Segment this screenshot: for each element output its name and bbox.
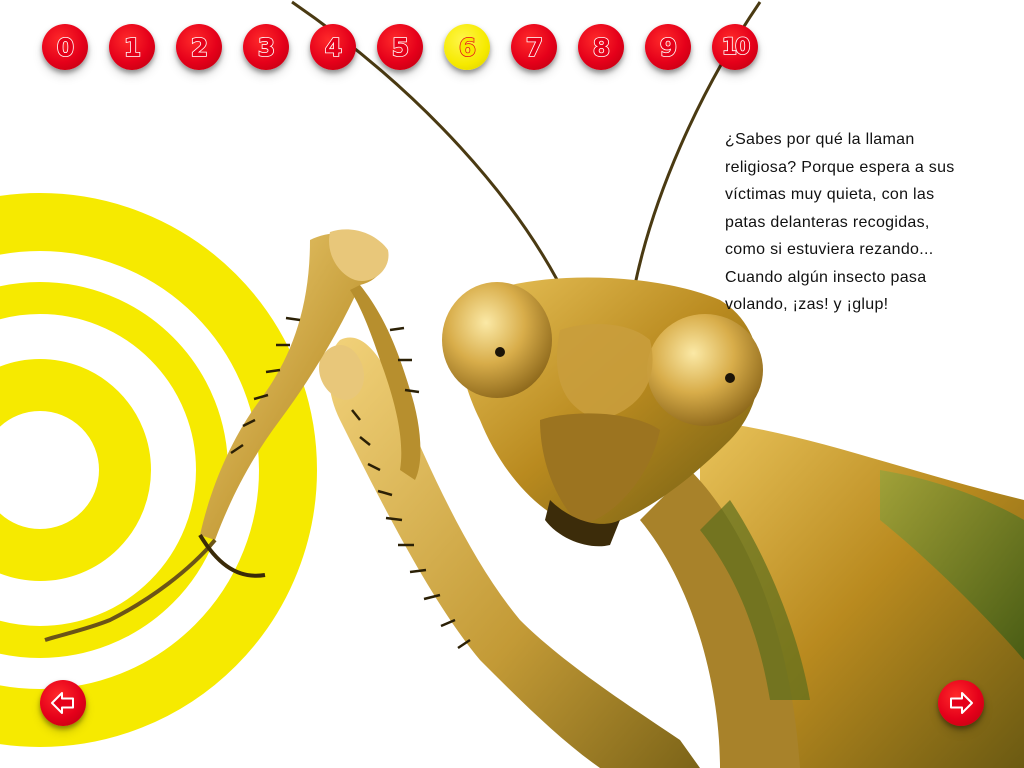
- story-line: víctimas muy quieta, con las: [725, 186, 935, 203]
- page-number-label: 7: [525, 32, 544, 63]
- page-button-0[interactable]: 0: [42, 24, 88, 70]
- next-page-button[interactable]: [938, 680, 984, 726]
- story-line: patas delanteras recogidas,: [725, 213, 930, 231]
- arrow-left-icon: [51, 692, 74, 714]
- page-number-label: 9: [659, 32, 678, 63]
- previous-page-button[interactable]: [40, 680, 86, 726]
- page-button-4[interactable]: 4: [310, 24, 356, 70]
- story-line: volando, ¡zas! y ¡glup!: [725, 296, 889, 313]
- page-number-label: 4: [324, 32, 343, 63]
- page-number-label: 1: [123, 32, 142, 63]
- praying-mantis-illustration: [44, 0, 1024, 768]
- arrow-right-icon: [950, 692, 973, 714]
- page-button-1[interactable]: 1: [109, 24, 155, 70]
- page-number-label: 3: [257, 32, 276, 63]
- page-button-6[interactable]: 6: [444, 24, 490, 70]
- page-button-3[interactable]: 3: [243, 24, 289, 70]
- page-button-10[interactable]: 10: [712, 24, 758, 70]
- page-number-label: 6: [458, 32, 477, 62]
- page-button-5[interactable]: 5: [377, 24, 423, 70]
- story-line: como si estuviera rezando...: [725, 241, 934, 258]
- page-number-label: 10: [721, 34, 751, 61]
- page-number-label: 0: [56, 32, 75, 63]
- story-text: ¿Sabes por qué la llaman religiosa? Porqu…: [725, 126, 995, 319]
- page-number-label: 8: [592, 32, 611, 63]
- page-number-nav: 0 1 2 3 4 5 6 7 8 9 10: [42, 24, 758, 70]
- page-button-8[interactable]: 8: [578, 24, 624, 70]
- story-line: religiosa? Porque espera a sus: [725, 158, 955, 176]
- page-button-7[interactable]: 7: [511, 24, 557, 70]
- page-button-2[interactable]: 2: [176, 24, 222, 70]
- page-number-label: 5: [391, 32, 410, 63]
- story-line: ¿Sabes por qué la llaman: [725, 131, 915, 148]
- book-page: 0 1 2 3 4 5 6 7 8 9 10 ¿Sabes por qué la llaman rel…: [0, 0, 1024, 768]
- page-number-label: 2: [190, 32, 209, 63]
- story-line: Cuando algún insecto pasa: [725, 268, 927, 286]
- page-button-9[interactable]: 9: [645, 24, 691, 70]
